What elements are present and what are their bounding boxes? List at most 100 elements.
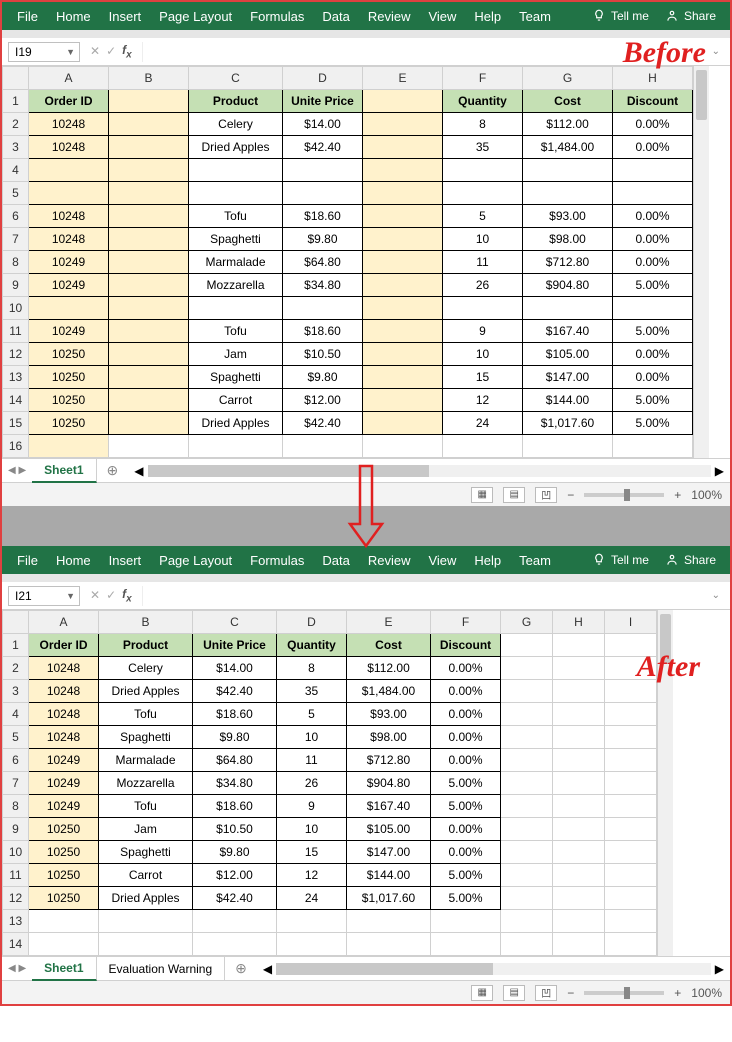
cell[interactable]: 0.00% — [613, 136, 693, 159]
cell[interactable] — [363, 251, 443, 274]
cell[interactable]: 12 — [277, 864, 347, 887]
expand-icon[interactable]: ⌄ — [708, 46, 724, 57]
add-sheet-icon[interactable]: ⊕ — [97, 462, 129, 479]
row-header[interactable]: 7 — [3, 772, 29, 795]
cell[interactable] — [283, 182, 363, 205]
menu-insert[interactable]: Insert — [100, 2, 151, 30]
name-box[interactable]: I21 ▼ — [8, 586, 80, 606]
cell[interactable] — [283, 297, 363, 320]
cell[interactable] — [109, 228, 189, 251]
expand-icon[interactable]: ⌄ — [708, 590, 724, 601]
menu-home[interactable]: Home — [47, 2, 100, 30]
header-cell[interactable]: Order ID — [29, 634, 99, 657]
cell[interactable]: Mozzarella — [99, 772, 193, 795]
cell[interactable] — [277, 910, 347, 933]
page-break-view-icon[interactable]: 凹 — [535, 985, 557, 1001]
cancel-icon[interactable]: ✕ — [90, 44, 100, 58]
col-header-H[interactable]: H — [553, 611, 605, 634]
cell[interactable]: 10248 — [29, 703, 99, 726]
cell[interactable] — [501, 864, 553, 887]
cell[interactable] — [109, 412, 189, 435]
cell[interactable]: 5 — [443, 205, 523, 228]
row-header[interactable]: 14 — [3, 933, 29, 956]
cell[interactable]: 0.00% — [431, 726, 501, 749]
cell[interactable] — [363, 389, 443, 412]
cell[interactable] — [501, 657, 553, 680]
menu-file[interactable]: File — [8, 546, 47, 574]
cell[interactable] — [363, 320, 443, 343]
zoom-in-icon[interactable]: + — [674, 488, 681, 502]
cell[interactable] — [501, 910, 553, 933]
cell[interactable]: $64.80 — [283, 251, 363, 274]
cell[interactable]: 0.00% — [431, 818, 501, 841]
menu-data[interactable]: Data — [313, 2, 358, 30]
cell[interactable]: $18.60 — [283, 320, 363, 343]
cell[interactable] — [363, 435, 443, 458]
cell[interactable]: 5.00% — [431, 864, 501, 887]
cell[interactable]: 0.00% — [613, 113, 693, 136]
select-all-corner[interactable] — [3, 611, 29, 634]
cell[interactable]: 10250 — [29, 366, 109, 389]
fx-icon[interactable]: fx — [122, 43, 132, 60]
cell[interactable]: 11 — [443, 251, 523, 274]
cell[interactable]: $42.40 — [283, 412, 363, 435]
cell[interactable] — [605, 703, 657, 726]
cell[interactable] — [109, 251, 189, 274]
menu-formulas[interactable]: Formulas — [241, 546, 313, 574]
sheet-tab[interactable]: Evaluation Warning — [97, 957, 226, 981]
row-header[interactable]: 12 — [3, 887, 29, 910]
cell[interactable] — [193, 910, 277, 933]
tell-me-button[interactable]: Tell me — [584, 2, 657, 30]
cell[interactable]: $105.00 — [523, 343, 613, 366]
row-header[interactable]: 5 — [3, 726, 29, 749]
cell[interactable]: $9.80 — [283, 366, 363, 389]
cell[interactable]: $34.80 — [283, 274, 363, 297]
cell[interactable]: 10249 — [29, 749, 99, 772]
cell[interactable]: 12 — [443, 389, 523, 412]
cell[interactable]: $18.60 — [193, 795, 277, 818]
header-cell[interactable]: Order ID — [29, 90, 109, 113]
cell[interactable] — [501, 933, 553, 956]
cell[interactable]: $9.80 — [283, 228, 363, 251]
cell[interactable] — [605, 933, 657, 956]
cell[interactable]: 24 — [443, 412, 523, 435]
col-header-B[interactable]: B — [109, 67, 189, 90]
cell[interactable]: $9.80 — [193, 726, 277, 749]
cell[interactable]: 10249 — [29, 251, 109, 274]
cell[interactable] — [613, 435, 693, 458]
cell[interactable] — [109, 366, 189, 389]
cell[interactable]: $167.40 — [523, 320, 613, 343]
cell[interactable]: 5.00% — [431, 795, 501, 818]
col-header-E[interactable]: E — [347, 611, 431, 634]
cell[interactable] — [283, 159, 363, 182]
horizontal-scrollbar[interactable] — [148, 465, 711, 477]
cell[interactable]: $10.50 — [283, 343, 363, 366]
cell[interactable] — [605, 864, 657, 887]
cell[interactable]: Spaghetti — [99, 726, 193, 749]
cell[interactable]: Spaghetti — [99, 841, 193, 864]
header-cell[interactable] — [501, 634, 553, 657]
row-header[interactable]: 8 — [3, 251, 29, 274]
cell[interactable]: $1,484.00 — [523, 136, 613, 159]
cell[interactable]: $112.00 — [347, 657, 431, 680]
formula-input[interactable] — [142, 586, 702, 606]
row-header[interactable]: 16 — [3, 435, 29, 458]
col-header-F[interactable]: F — [431, 611, 501, 634]
cell[interactable]: Dried Apples — [99, 887, 193, 910]
menu-review[interactable]: Review — [359, 2, 420, 30]
cell[interactable] — [363, 274, 443, 297]
cell[interactable]: 10248 — [29, 228, 109, 251]
row-header[interactable]: 2 — [3, 113, 29, 136]
cell[interactable]: Tofu — [189, 320, 283, 343]
zoom-slider[interactable] — [584, 493, 664, 497]
row-header[interactable]: 2 — [3, 657, 29, 680]
header-cell[interactable]: Product — [99, 634, 193, 657]
cell[interactable] — [553, 657, 605, 680]
zoom-level[interactable]: 100% — [691, 488, 722, 502]
cell[interactable]: 9 — [443, 320, 523, 343]
cell[interactable]: $98.00 — [523, 228, 613, 251]
cell[interactable]: 0.00% — [431, 841, 501, 864]
cell[interactable] — [501, 726, 553, 749]
header-cell[interactable]: Unite Price — [193, 634, 277, 657]
cell[interactable] — [523, 159, 613, 182]
